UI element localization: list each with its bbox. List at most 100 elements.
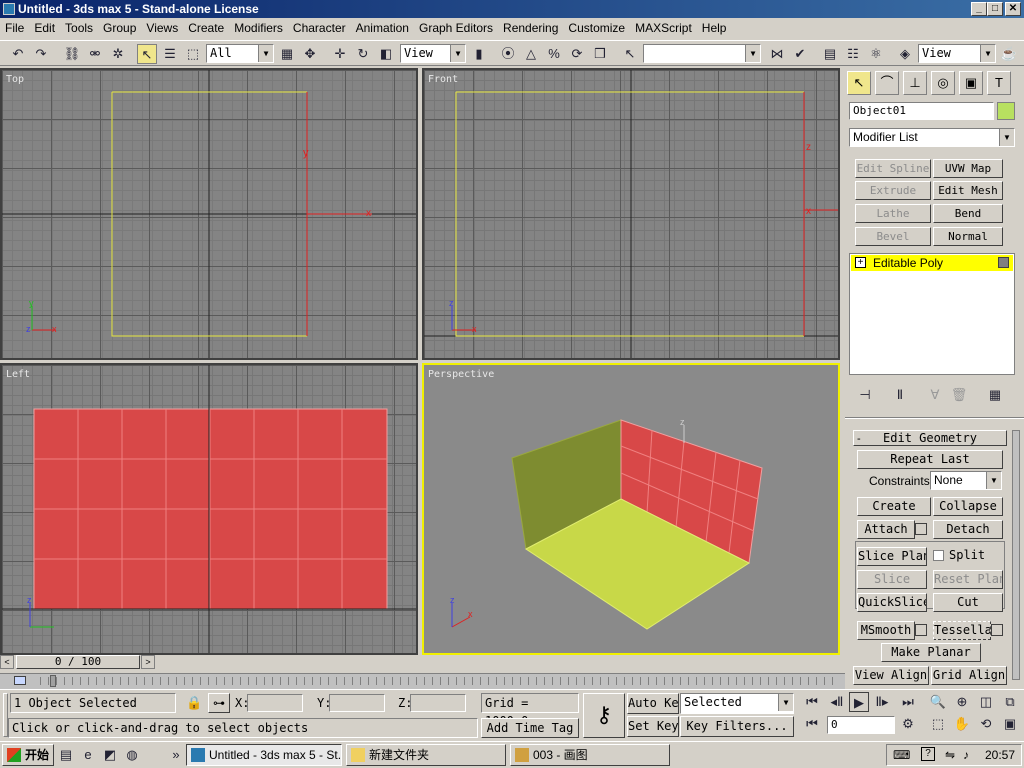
task-new-folder[interactable]: 新建文件夹 [346, 744, 506, 766]
lock-selection-icon[interactable]: 🔒 [186, 695, 202, 711]
set-key-button[interactable]: Set Key [627, 716, 679, 737]
y-coordinate-field[interactable] [329, 694, 385, 712]
render-scene-icon[interactable]: ◈ [895, 44, 915, 64]
keyboard-icon[interactable]: ⌨ [893, 748, 910, 762]
quicklaunch-app-icon[interactable]: ◍ [122, 745, 142, 765]
spinner-snap-icon[interactable]: ⟳ [567, 44, 587, 64]
edit-geometry-rollout-header[interactable]: Edit Geometry [853, 430, 1007, 446]
collapse-button[interactable]: Collapse [933, 497, 1003, 516]
configure-modifier-sets-icon[interactable]: ▦ [985, 385, 1005, 405]
viewport-label[interactable]: Top [6, 74, 24, 85]
window-crossing-icon[interactable]: ▦ [277, 44, 297, 64]
quicklaunch-more-icon[interactable]: » [166, 745, 186, 765]
go-to-start-icon[interactable]: ⏮ [802, 692, 822, 712]
selection-filter-dropdown[interactable]: All ▼ [206, 44, 274, 63]
constraints-dropdown[interactable]: None ▼ [930, 471, 1002, 490]
key-filters-button[interactable]: Key Filters... [680, 716, 794, 737]
min-max-toggle-icon[interactable]: ▣ [1000, 714, 1020, 734]
uvw-map-button[interactable]: UVW Map [933, 159, 1003, 178]
object-color-swatch[interactable] [997, 102, 1015, 120]
pin-stack-icon[interactable]: ⊣ [855, 385, 875, 405]
task-3dsmax[interactable]: Untitled - 3ds max 5 - St... [186, 744, 342, 766]
scale-icon[interactable]: ◧ [376, 44, 396, 64]
msmooth-button[interactable]: MSmooth [857, 621, 915, 640]
menu-modifiers[interactable]: Modifiers [229, 18, 288, 38]
create-tab-icon[interactable]: ↖ [847, 71, 871, 95]
track-bar-toggle-icon[interactable] [14, 676, 26, 685]
hierarchy-tab-icon[interactable]: ⊥ [903, 71, 927, 95]
zoom-icon[interactable]: 🔍 [928, 692, 948, 712]
stack-item-editable-poly[interactable]: + Editable Poly [851, 255, 1013, 271]
split-checkbox[interactable] [933, 550, 944, 561]
lathe-button[interactable]: Lathe [855, 204, 931, 223]
attach-button[interactable]: Attach [857, 520, 915, 539]
grid-align-button[interactable]: Grid Align [931, 666, 1007, 685]
viewport-front[interactable]: z x x z Front [422, 68, 840, 360]
viewport-label[interactable]: Front [428, 74, 458, 85]
viewport-top[interactable]: x y x y z Top [0, 68, 418, 360]
time-slider-thumb[interactable]: 0 / 100 [16, 655, 140, 669]
object-name-field[interactable]: Object01 [849, 102, 994, 120]
viewport-perspective[interactable]: z x z Perspective [422, 363, 840, 655]
help-icon[interactable]: ? [921, 747, 935, 761]
time-configuration-icon[interactable]: ⚙ [898, 714, 918, 734]
detach-button[interactable]: Detach [933, 520, 1003, 539]
key-mode-dropdown[interactable]: Selected ▼ [680, 693, 794, 714]
motion-tab-icon[interactable]: ◎ [931, 71, 955, 95]
reset-plane-button[interactable]: Reset Plane [933, 570, 1003, 589]
x-coordinate-field[interactable] [247, 694, 303, 712]
z-coordinate-field[interactable] [410, 694, 466, 712]
edit-mesh-button[interactable]: Edit Mesh [933, 181, 1003, 200]
quick-render-icon[interactable]: ☕ [999, 44, 1019, 64]
angle-snap-icon[interactable]: △ [521, 44, 541, 64]
tessellate-settings-icon[interactable] [991, 624, 1003, 636]
zoom-extents-all-icon[interactable]: ⧉ [1000, 692, 1020, 712]
redo-icon[interactable]: ↷ [31, 44, 51, 64]
attach-settings-icon[interactable] [915, 523, 927, 535]
zoom-all-icon[interactable]: ⊕ [952, 692, 972, 712]
clock[interactable]: 20:57 [985, 748, 1015, 762]
previous-frame-icon[interactable]: ◂Ⅱ [827, 692, 847, 712]
edit-named-selection-icon[interactable]: ❒ [590, 44, 610, 64]
volume-icon[interactable]: ♪ [963, 748, 969, 762]
menu-tools[interactable]: Tools [60, 18, 98, 38]
menu-maxscript[interactable]: MAXScript [630, 18, 697, 38]
quicklaunch-ie-icon[interactable]: e [78, 745, 98, 765]
rect-selection-icon[interactable]: ⬚ [183, 44, 203, 64]
expand-icon[interactable]: + [855, 257, 866, 268]
menu-create[interactable]: Create [183, 18, 229, 38]
named-selection-dropdown[interactable]: ▼ [643, 44, 761, 63]
msmooth-settings-icon[interactable] [915, 624, 927, 636]
network-icon[interactable]: ⇋ [945, 748, 955, 762]
minimize-button[interactable]: _ [971, 2, 987, 16]
time-slider[interactable]: < 0 / 100 > [0, 653, 845, 673]
percent-snap-icon[interactable]: % [544, 44, 564, 64]
display-tab-icon[interactable]: ▣ [959, 71, 983, 95]
stack-item-toggle-icon[interactable] [998, 257, 1009, 268]
viewport-label[interactable]: Left [6, 369, 30, 380]
material-editor-icon[interactable]: ⚛ [866, 44, 886, 64]
rotate-icon[interactable]: ↻ [353, 44, 373, 64]
select-by-name-icon[interactable]: ☰ [160, 44, 180, 64]
close-button[interactable]: ✕ [1005, 2, 1021, 16]
menu-graph-editors[interactable]: Graph Editors [414, 18, 498, 38]
next-frame-icon[interactable]: > [141, 655, 155, 669]
slice-plane-button[interactable]: Slice Plane [857, 547, 927, 566]
create-button[interactable]: Create [857, 497, 931, 516]
modify-tab-icon[interactable]: ⌒ [875, 71, 899, 95]
region-zoom-icon[interactable]: ⬚ [928, 714, 948, 734]
quickslice-button[interactable]: QuickSlice [857, 593, 927, 612]
bevel-button[interactable]: Bevel [855, 227, 931, 246]
pivot-center-icon[interactable]: ▮ [469, 44, 489, 64]
arc-rotate-icon[interactable]: ⟲ [976, 714, 996, 734]
auto-key-button[interactable]: Auto Key [627, 693, 679, 714]
go-to-end-icon[interactable]: ⏭ [898, 692, 918, 712]
select-link-icon[interactable]: ⛓ [62, 44, 82, 64]
quicklaunch-folder-icon[interactable]: ◩ [100, 745, 120, 765]
modifier-list-dropdown[interactable]: Modifier List ▼ [849, 128, 1015, 147]
align-icon[interactable]: ✔ [790, 44, 810, 64]
track-view-icon[interactable]: ▤ [820, 44, 840, 64]
add-time-tag-button[interactable]: Add Time Tag [481, 718, 579, 738]
mirror-icon[interactable]: ⋈ [767, 44, 787, 64]
make-unique-icon[interactable]: ∀ [925, 385, 945, 405]
